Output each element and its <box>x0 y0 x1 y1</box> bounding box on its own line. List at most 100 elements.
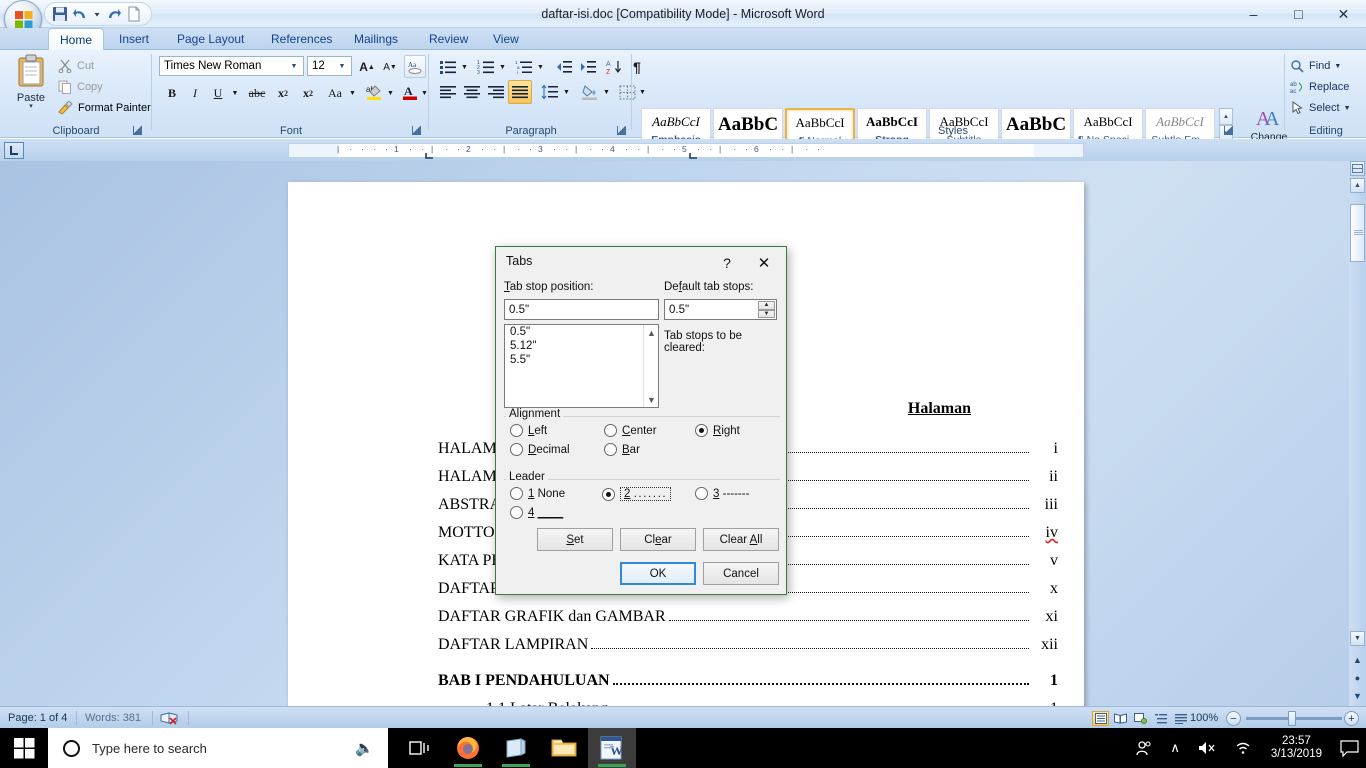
zoom-out-button[interactable]: − <box>1226 711 1241 726</box>
proofing-status-button[interactable] <box>160 707 178 729</box>
underline-button[interactable]: U <box>207 82 229 104</box>
find-dropdown-icon[interactable]: ▼ <box>1334 63 1341 70</box>
alignment-center-radio[interactable]: Center <box>604 424 657 437</box>
tab-stop-selector[interactable] <box>4 142 24 159</box>
zoom-slider-knob[interactable] <box>1288 711 1296 726</box>
sort-button[interactable]: AZ <box>603 56 625 78</box>
paragraph-dialog-launcher[interactable] <box>614 123 626 135</box>
file-explorer-button[interactable] <box>540 728 588 768</box>
spinner-down-icon[interactable]: ▼ <box>758 309 775 318</box>
align-center-button[interactable] <box>460 81 484 103</box>
alignment-bar-radio[interactable]: Bar <box>604 443 640 456</box>
print-layout-view-button[interactable] <box>1092 711 1109 726</box>
bold-button[interactable]: B <box>161 82 183 104</box>
next-page-button[interactable]: ▼ <box>1351 689 1364 702</box>
styles-dialog-launcher[interactable] <box>1221 123 1233 135</box>
clear-formatting-button[interactable]: Aa <box>404 55 426 78</box>
search-input[interactable]: Type here to search 🔈 <box>48 728 388 768</box>
ruler-tab-stop-marker[interactable] <box>425 153 434 159</box>
decrease-indent-button[interactable] <box>552 56 576 78</box>
select-dropdown-icon[interactable]: ▼ <box>1344 105 1351 112</box>
start-button[interactable] <box>0 728 48 768</box>
draft-view-button[interactable] <box>1172 711 1189 726</box>
close-icon[interactable]: ✕ <box>748 252 780 274</box>
font-size-combo[interactable]: 12 ▼ <box>307 56 352 76</box>
select-button[interactable]: Select ▼ <box>1290 98 1351 118</box>
numbering-button[interactable]: 1 2 3 <box>474 56 498 78</box>
align-right-button[interactable] <box>484 81 508 103</box>
scroll-down-button[interactable]: ▼ <box>1350 631 1365 646</box>
clock[interactable]: 23:57 3/13/2019 <box>1261 735 1332 761</box>
multilevel-list-button[interactable]: 1 a i <box>512 56 536 78</box>
dialog-title-bar[interactable]: Tabs ? ✕ <box>496 247 786 277</box>
bullets-dropdown-icon[interactable]: ▼ <box>459 56 470 78</box>
shading-button[interactable] <box>578 81 602 103</box>
tabs-dialog[interactable]: Tabs ? ✕ TTab stop position:ab stop posi… <box>495 246 787 595</box>
subscript-button[interactable]: x2 <box>271 82 295 104</box>
set-button[interactable]: Set <box>537 528 613 551</box>
alignment-right-radio[interactable]: Right <box>695 424 740 437</box>
people-icon[interactable] <box>1126 740 1161 757</box>
tab-stop-position-input[interactable]: 0.5" <box>504 299 659 320</box>
grow-font-button[interactable]: A ▲ <box>356 56 378 78</box>
web-layout-view-button[interactable] <box>1132 711 1149 726</box>
chevron-down-icon[interactable]: ▼ <box>287 57 301 75</box>
zoom-in-button[interactable]: + <box>1344 711 1359 726</box>
tab-stop-list-item[interactable]: 5.12" <box>505 339 658 353</box>
font-dialog-launcher[interactable] <box>409 123 421 135</box>
underline-dropdown-icon[interactable]: ▼ <box>229 82 241 104</box>
tab-stop-list-item[interactable]: 0.5" <box>505 325 658 339</box>
change-case-dropdown-icon[interactable]: ▼ <box>347 82 358 104</box>
sticky-notes-button[interactable] <box>492 728 540 768</box>
text-highlight-button[interactable]: ab <box>362 81 386 103</box>
find-button[interactable]: Find ▼ <box>1290 56 1341 76</box>
microphone-icon[interactable]: 🔈 <box>355 739 374 757</box>
increase-indent-button[interactable] <box>576 56 600 78</box>
line-spacing-dropdown-icon[interactable]: ▼ <box>561 81 572 103</box>
volume-icon[interactable] <box>1189 740 1225 756</box>
shading-dropdown-icon[interactable]: ▼ <box>601 81 612 103</box>
shrink-font-button[interactable]: A ▼ <box>379 56 401 78</box>
line-spacing-button[interactable] <box>538 81 562 103</box>
outline-view-button[interactable] <box>1152 711 1169 726</box>
chevron-down-icon[interactable]: ▼ <box>335 57 349 75</box>
multilevel-dropdown-icon[interactable]: ▼ <box>535 56 546 78</box>
maximize-button[interactable]: □ <box>1276 0 1321 28</box>
font-color-button[interactable]: A <box>399 81 421 103</box>
superscript-button[interactable]: x2 <box>296 82 320 104</box>
tab-review[interactable]: Review <box>418 28 479 50</box>
spinner-up-icon[interactable]: ▲ <box>758 301 775 310</box>
task-view-button[interactable] <box>396 728 444 768</box>
tab-home[interactable]: Home <box>48 28 105 51</box>
bullets-button[interactable] <box>436 56 460 78</box>
leader-underline-radio[interactable]: 4 ____ <box>510 506 563 519</box>
replace-button[interactable]: ab ac Replace <box>1290 77 1349 97</box>
scroll-up-button[interactable]: ▲ <box>1350 178 1365 193</box>
vertical-scrollbar[interactable]: ▲ ▼ ▲ ● ▼ <box>1349 161 1366 706</box>
strikethrough-button[interactable]: abc <box>245 82 269 104</box>
word-count[interactable]: Words: 381 <box>85 707 141 729</box>
microsoft-word-button[interactable]: W <box>588 728 636 768</box>
leader-dashes-radio[interactable]: 3 ------- <box>695 487 749 500</box>
clipboard-dialog-launcher[interactable] <box>130 123 142 135</box>
ok-button[interactable]: OK <box>620 562 696 585</box>
zoom-level[interactable]: 100% <box>1190 707 1218 729</box>
format-painter-button[interactable]: Format Painter <box>58 98 151 118</box>
italic-button[interactable]: I <box>184 82 206 104</box>
tab-view[interactable]: View <box>482 28 530 50</box>
previous-page-button[interactable]: ▲ <box>1351 653 1364 666</box>
scrollbar-thumb[interactable] <box>1350 204 1365 262</box>
change-case-button[interactable]: Aa <box>322 82 348 104</box>
firefox-button[interactable] <box>444 728 492 768</box>
leader-dots-radio[interactable]: 2 ....... <box>602 487 672 501</box>
cancel-button[interactable]: Cancel <box>703 562 779 585</box>
tab-stop-list[interactable]: 0.5" 5.12" 5.5" ▲ ▼ <box>504 324 659 408</box>
horizontal-ruler[interactable]: | · · · · 1 · · | · · 2 · · | · · 3 · · | · · 4 … <box>288 143 1084 159</box>
numbering-dropdown-icon[interactable]: ▼ <box>497 56 508 78</box>
tab-references[interactable]: References <box>260 28 343 50</box>
action-center-button[interactable] <box>1332 739 1366 757</box>
highlight-dropdown-icon[interactable]: ▼ <box>385 82 396 104</box>
select-browse-object-button[interactable]: ● <box>1351 671 1364 684</box>
scroll-down-icon[interactable]: ▼ <box>644 392 658 407</box>
cut-button[interactable]: Cut <box>58 56 94 76</box>
